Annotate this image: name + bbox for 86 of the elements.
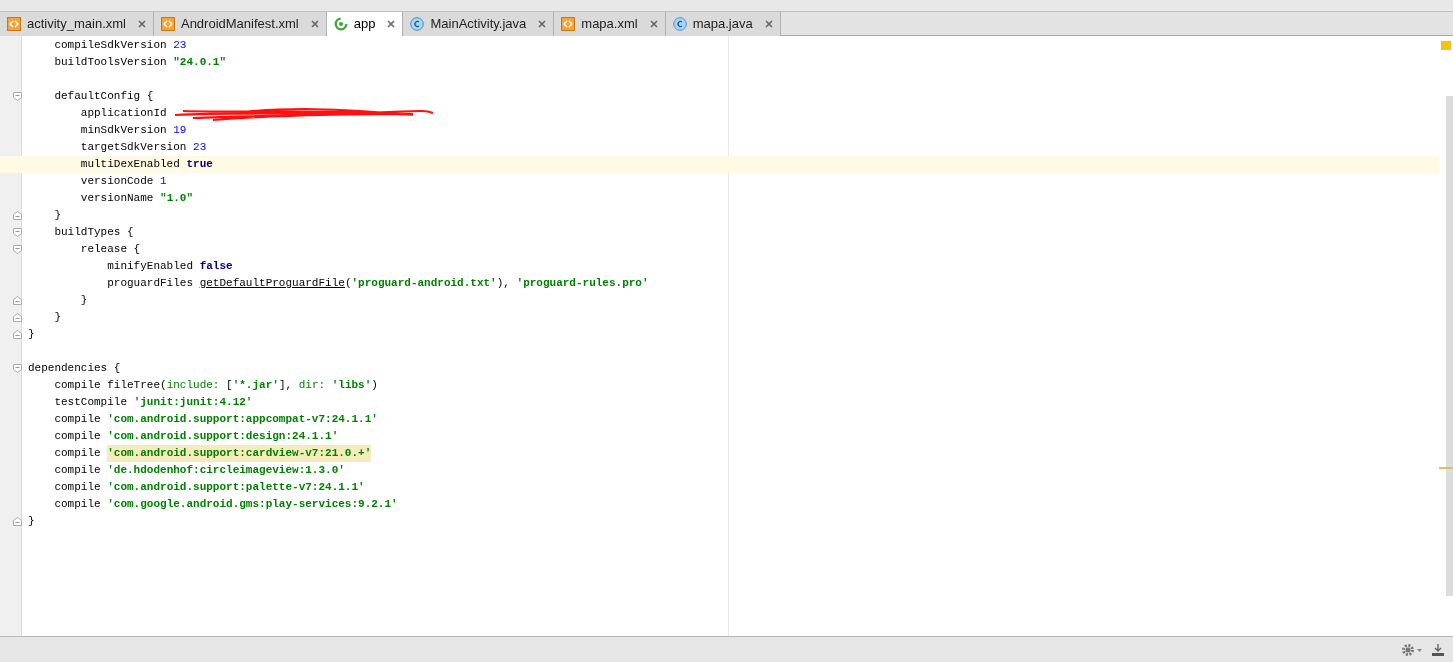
code-token: compile bbox=[53, 463, 102, 479]
fold-icon[interactable] bbox=[13, 296, 22, 305]
close-icon[interactable] bbox=[310, 20, 319, 28]
close-icon[interactable] bbox=[764, 20, 773, 28]
fold-icon[interactable] bbox=[13, 364, 22, 373]
code-token: minSdkVersion bbox=[79, 123, 168, 139]
code-token: 'com.android.support:appcompat-v7:24.1.1' bbox=[107, 412, 378, 428]
class-icon bbox=[672, 17, 687, 31]
code-token: true bbox=[186, 157, 213, 173]
scrollbar-thumb[interactable] bbox=[1446, 96, 1453, 596]
editor-tab[interactable]: mapa.xml bbox=[554, 12, 666, 36]
close-icon[interactable] bbox=[538, 20, 547, 28]
code-token: } bbox=[53, 310, 61, 326]
code-token: 'de.hdodenhof:circleimageview:1.3.0' bbox=[107, 463, 345, 479]
close-icon[interactable] bbox=[649, 20, 658, 28]
fold-icon[interactable] bbox=[13, 228, 22, 237]
code-token: ], bbox=[278, 378, 294, 394]
code-token: 23 bbox=[173, 38, 187, 54]
code-token: release { bbox=[79, 242, 141, 258]
code-token: multiDexEnabled bbox=[79, 157, 181, 173]
code-token: defaultConfig { bbox=[53, 89, 154, 105]
fold-icon[interactable] bbox=[13, 211, 22, 220]
code-token: "24.0.1" bbox=[173, 55, 227, 71]
code-token: '*.jar' bbox=[232, 378, 279, 394]
code-token: testCompile bbox=[53, 395, 129, 411]
editor-tab[interactable]: MainActivity.java bbox=[403, 12, 555, 36]
settings-icon[interactable] bbox=[1401, 642, 1423, 657]
code-token: compile bbox=[53, 446, 102, 462]
fold-icon[interactable] bbox=[13, 92, 22, 101]
code-token: compile bbox=[53, 497, 102, 513]
sync-icon bbox=[333, 17, 348, 31]
highlight-marker[interactable] bbox=[1439, 467, 1453, 469]
code-token: compile fileTree( bbox=[53, 378, 167, 394]
code-token: dependencies { bbox=[28, 361, 121, 377]
code-token: "1.0" bbox=[160, 191, 194, 207]
code-token: 'com.android.support:palette-v7:24.1.1' bbox=[107, 480, 365, 496]
code-token: 'com.android.support:cardview-v7:21.0.+' bbox=[107, 445, 372, 462]
code-token: 'com.android.support:design:24.1.1' bbox=[107, 429, 339, 445]
code-token: versionName bbox=[79, 191, 155, 207]
code-token: ), bbox=[496, 276, 511, 292]
file-icon bbox=[7, 17, 21, 31]
editor-tab[interactable]: mapa.java bbox=[665, 12, 781, 36]
close-icon[interactable] bbox=[387, 20, 396, 28]
code-token: [ bbox=[226, 378, 233, 394]
code-token: dir: bbox=[298, 378, 327, 394]
file-icon bbox=[561, 17, 576, 31]
code-token: } bbox=[28, 514, 35, 530]
code-token: 'libs' bbox=[331, 378, 372, 394]
code-token: compile bbox=[53, 480, 102, 496]
code-token: minifyEnabled bbox=[106, 259, 195, 275]
code-token: 'proguard-rules.pro' bbox=[516, 276, 649, 292]
code-token: compile bbox=[53, 412, 102, 428]
code-token: 23 bbox=[193, 140, 207, 156]
code-token: ) bbox=[371, 378, 378, 394]
code-token: applicationId bbox=[79, 106, 168, 122]
code-token: } bbox=[53, 208, 61, 224]
code-token: buildToolsVersion bbox=[53, 55, 168, 71]
fold-icon[interactable] bbox=[13, 517, 22, 526]
editor-tab[interactable]: activity_main.xml bbox=[0, 12, 154, 36]
code-token: getDefaultProguardFile bbox=[199, 276, 345, 292]
code-token: ( bbox=[344, 276, 352, 292]
code-token: } bbox=[28, 327, 35, 343]
class-icon bbox=[410, 17, 425, 31]
fold-icon[interactable] bbox=[13, 330, 22, 339]
code-token: 'proguard-android.txt' bbox=[351, 276, 497, 292]
file-icon bbox=[160, 17, 175, 31]
code-token: 1 bbox=[160, 174, 167, 190]
download-icon[interactable] bbox=[1431, 642, 1445, 657]
code-token: } bbox=[79, 293, 88, 309]
warning-marker[interactable] bbox=[1441, 41, 1451, 50]
code-token: buildTypes { bbox=[53, 225, 134, 241]
fold-icon[interactable] bbox=[13, 245, 22, 254]
code-token: 'com.google.android.gms:play-services:9.2.1' bbox=[107, 497, 398, 513]
code-token: include: bbox=[166, 378, 221, 394]
editor-tab[interactable]: app bbox=[326, 12, 404, 36]
code-token: false bbox=[199, 259, 233, 275]
close-icon[interactable] bbox=[137, 20, 146, 28]
fold-icon[interactable] bbox=[13, 313, 22, 322]
code-token: 19 bbox=[173, 123, 187, 139]
editor-tab[interactable]: AndroidManifest.xml bbox=[153, 12, 327, 36]
code-token: versionCode bbox=[79, 174, 155, 190]
code-token: compile bbox=[53, 429, 102, 445]
code-token: proguardFiles bbox=[106, 276, 195, 292]
code-token: compileSdkVersion bbox=[53, 38, 168, 54]
code-token: 'junit:junit:4.12' bbox=[133, 395, 253, 411]
code-token: targetSdkVersion bbox=[79, 140, 188, 156]
